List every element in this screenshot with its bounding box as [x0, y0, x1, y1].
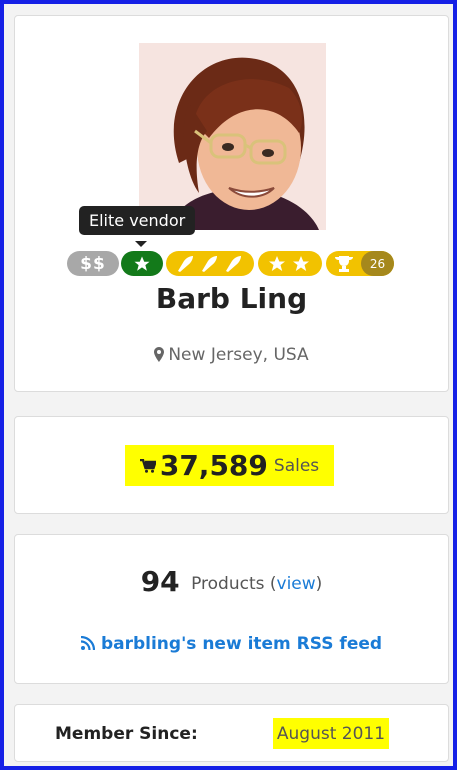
rss-feed-link[interactable]: barbling's new item RSS feed: [15, 634, 448, 654]
dollar-badge[interactable]: $$: [67, 251, 119, 276]
view-products-link[interactable]: view: [277, 574, 316, 594]
rss-feed-label: barbling's new item RSS feed: [100, 634, 383, 654]
sales-highlight: 37,589 Sales: [125, 445, 334, 486]
profile-card: Elite vendor $$ 26 Barb Ling New Jersey,…: [14, 15, 449, 392]
rss-icon: [80, 635, 96, 651]
sales-card: 37,589 Sales: [14, 416, 449, 514]
rocket-icons: [178, 255, 241, 272]
elite-vendor-tooltip: Elite vendor: [79, 206, 196, 235]
location: New Jersey, USA: [15, 345, 448, 365]
trophy-count: 26: [361, 251, 394, 276]
products-label: Products: [191, 574, 265, 594]
close-paren: ): [315, 574, 323, 594]
trophy-badge[interactable]: 26: [326, 251, 394, 276]
member-since-label: Member Since:: [55, 724, 198, 744]
tooltip-arrow: [135, 241, 147, 247]
avatar[interactable]: [139, 43, 326, 230]
vendor-name: Barb Ling: [155, 282, 308, 315]
products-card: 94 Products (view) barbling's new item R…: [14, 534, 449, 684]
map-marker-icon: [154, 347, 165, 362]
member-since-value: August 2011: [273, 718, 389, 749]
products-summary: 94 Products (view): [15, 565, 448, 598]
avatar-illustration: [139, 43, 326, 230]
trophy-icon: [335, 255, 353, 272]
sales-label: Sales: [273, 455, 320, 476]
location-text: New Jersey, USA: [168, 345, 309, 365]
rockets-badge[interactable]: [166, 251, 254, 276]
member-card: Member Since: August 2011: [14, 704, 449, 762]
sales-count: 37,589: [159, 449, 268, 482]
star-icon: [134, 256, 150, 271]
shopping-cart-icon: [139, 458, 156, 473]
two-stars-icon: [269, 255, 309, 271]
open-paren: (: [269, 574, 277, 594]
stars-badge[interactable]: [258, 251, 322, 276]
elite-vendor-badge[interactable]: [121, 251, 163, 276]
page-frame: Elite vendor $$ 26 Barb Ling New Jersey,…: [0, 0, 457, 770]
products-count: 94: [140, 565, 180, 598]
